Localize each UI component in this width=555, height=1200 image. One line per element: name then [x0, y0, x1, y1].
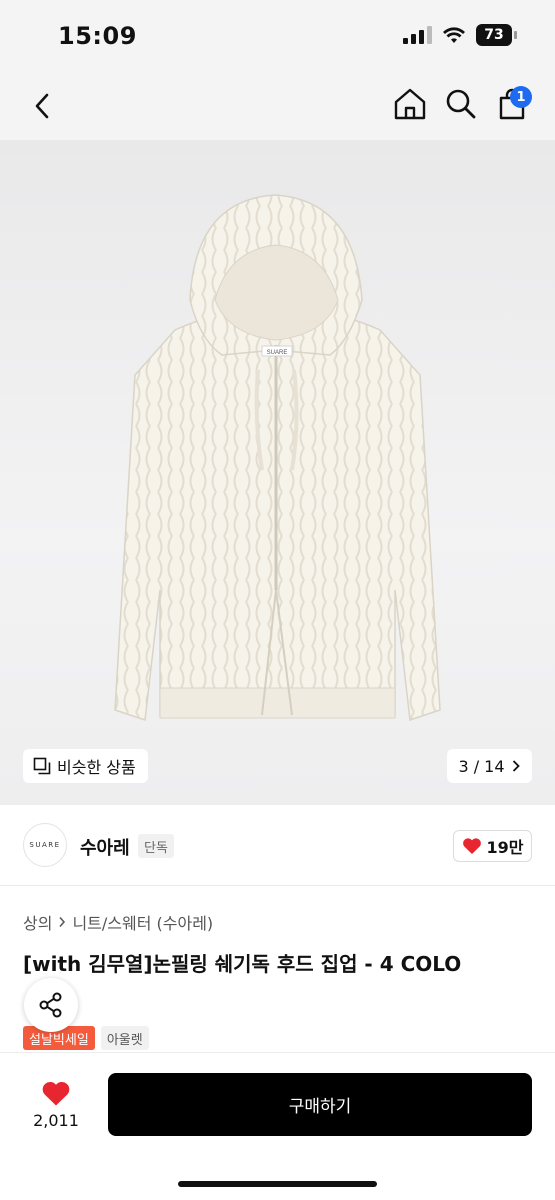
back-icon [35, 93, 49, 119]
back-button[interactable] [24, 88, 60, 124]
share-button[interactable] [24, 978, 78, 1032]
battery-level: 73 [476, 24, 512, 46]
brand-name[interactable]: 수아레 [80, 834, 130, 860]
share-icon [39, 992, 62, 1018]
nav-bar [0, 72, 555, 140]
breadcrumb-category[interactable]: 상의 [23, 910, 52, 934]
outlet-tag: 아울렛 [100, 1026, 149, 1050]
cellular-signal-icon [403, 26, 432, 44]
brand-logo[interactable]: SUARE [23, 823, 67, 867]
similar-products-label: 비슷한 상품 [57, 758, 136, 777]
similar-products-button[interactable]: 비슷한 상품 [23, 749, 148, 783]
image-page-indicator[interactable]: 3 / 14 [447, 749, 532, 783]
product-image[interactable]: SUARE [0, 140, 555, 805]
status-icons: 73 [403, 24, 517, 46]
status-time: 15:09 [58, 22, 137, 50]
brand-like-count: 19만 [486, 838, 524, 857]
bottom-action-bar: 2,011 구매하기 [0, 1052, 555, 1200]
heart-icon [462, 838, 481, 854]
status-bar: 15:09 73 [0, 0, 555, 72]
brand-row[interactable]: SUARE 수아레 단독 19만 [0, 818, 555, 886]
heart-icon [42, 1081, 70, 1106]
battery-icon: 73 [476, 24, 517, 46]
cart-count-badge: 1 [510, 86, 532, 108]
search-button[interactable] [443, 86, 479, 122]
home-button[interactable] [392, 86, 428, 122]
home-icon [394, 88, 426, 120]
hoodie-illustration: SUARE [114, 194, 441, 722]
page-indicator-text: 3 / 14 [458, 756, 505, 776]
breadcrumb-subcategory[interactable]: 니트/스웨터 (수아레) [72, 910, 213, 934]
breadcrumb: 상의 니트/스웨터 (수아레) [23, 910, 213, 934]
wishlist-count: 2,011 [33, 1111, 79, 1130]
chevron-right-icon [512, 760, 520, 772]
exclusive-tag: 단독 [138, 834, 174, 858]
copy-icon [33, 757, 51, 775]
search-icon [446, 89, 476, 119]
wishlist-button[interactable]: 2,011 [24, 1073, 88, 1137]
buy-button[interactable]: 구매하기 [108, 1073, 532, 1136]
home-indicator [178, 1181, 377, 1187]
garment-label: SUARE [267, 350, 288, 356]
brand-like-button[interactable]: 19만 [453, 830, 532, 862]
product-title: [with 김무열]논필링 쉐기독 후드 집업 - 4 COLO [23, 952, 462, 976]
wifi-icon [443, 27, 465, 43]
chevron-right-icon [59, 917, 66, 927]
